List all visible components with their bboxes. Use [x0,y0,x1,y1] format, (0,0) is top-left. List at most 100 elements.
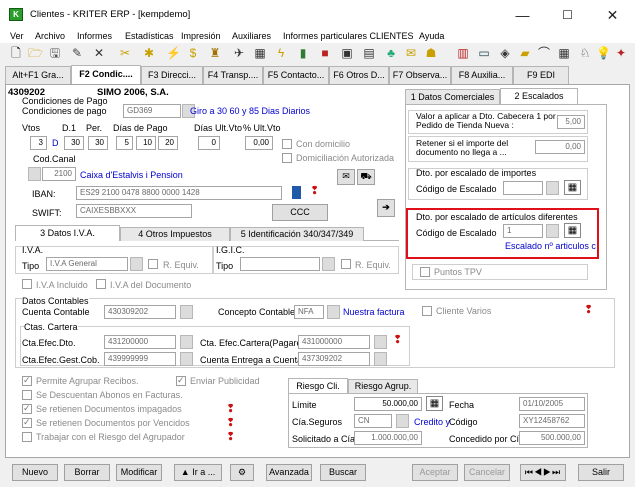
domiciliacion-checkbox[interactable] [282,153,292,163]
tool-icon-6[interactable]: ✈ [232,46,246,60]
buscar-button[interactable]: Buscar [320,464,366,481]
dias-ult-field[interactable]: 0 [198,136,220,150]
tool-icon-16[interactable]: ▰ [518,46,532,60]
bar-chart-icon[interactable]: ▮ [296,46,310,60]
help-icon[interactable]: ❢ [310,186,319,197]
valor-field[interactable]: 5,00 [557,115,585,129]
cliente-varios-checkbox[interactable] [422,306,432,316]
tool-icon-9[interactable]: ▤ [362,46,376,60]
tab-datos-iva[interactable]: 3 Datos I.V.A. [15,225,120,241]
new-doc-icon[interactable]: 🗋 [9,46,23,60]
seguros-field[interactable]: CN [354,414,392,428]
minimize-button[interactable]: — [500,0,545,30]
canal-code-field[interactable]: 2100 [42,167,76,181]
concepto-field[interactable]: NFA [294,305,324,319]
articulos-lookup[interactable] [546,224,559,238]
tab-direcciones[interactable]: F3 Direcci... [141,66,203,84]
igic-req-checkbox[interactable] [341,259,351,269]
vencidos-help-icon[interactable]: ❢ [226,418,235,429]
efec-pagare-field[interactable]: 431000000 [298,335,370,349]
tab-edi[interactable]: F9 EDI [513,66,569,84]
efec-pagare-lookup[interactable] [374,335,387,349]
options-button[interactable]: ⚙ [230,464,254,481]
tool-icon-3[interactable]: ⚡ [166,46,181,60]
tab-datos-comerciales[interactable]: 1 Datos Comerciales [405,89,500,104]
limite-field[interactable]: 50.000,00 [354,397,422,411]
agrupador-checkbox[interactable] [22,432,32,442]
menu-auxiliares[interactable]: Auxiliares [232,32,271,41]
importes-code-field[interactable] [503,181,543,195]
cancelar-button[interactable]: Cancelar [464,464,510,481]
tool-icon-18[interactable]: ✦ [614,46,628,60]
contables-help-icon[interactable]: ❢ [584,305,593,316]
canal-lookup-button[interactable] [28,167,41,181]
nuevo-button[interactable]: Nuevo [12,464,58,481]
solicitado-field[interactable]: 1.000.000,00 [354,431,422,445]
iva-req-checkbox[interactable] [148,259,158,269]
seguros-lookup[interactable] [396,414,409,428]
concedido-field[interactable]: 500.000,00 [519,431,585,445]
grid-icon[interactable]: ▦ [253,46,267,60]
record-nav-buttons[interactable]: ⏮◀▶⏭ [520,464,566,481]
tool-icon-8[interactable]: ▣ [340,46,354,60]
per-field[interactable]: 30 [88,136,108,150]
publicidad-checkbox[interactable] [176,375,186,386]
menu-impresion[interactable]: Impresión [181,32,221,41]
limite-grid-icon[interactable]: ▦ [426,396,443,411]
tool-icon-14[interactable]: ▭ [477,46,491,60]
open-folder-icon[interactable]: 🗁 [28,46,43,60]
menu-informes[interactable]: Informes [77,32,112,41]
iban-field[interactable]: ES29 2100 0478 8800 0000 1428 [76,186,282,200]
menu-archivo[interactable]: Archivo [35,32,65,41]
mail-button[interactable]: ✉ [337,169,355,185]
puntos-tpv-checkbox[interactable] [420,267,430,277]
tool-icon-7[interactable]: ■ [318,46,332,60]
close-button[interactable]: ✕ [590,0,635,30]
cart-button[interactable]: ⛟ [357,169,375,185]
ccc-button[interactable]: CCC [272,204,328,221]
menu-informes-particulares[interactable]: Informes particulares CLIENTES [283,32,414,41]
impagados-checkbox[interactable] [22,403,32,414]
descuentan-checkbox[interactable] [22,390,32,400]
tab-observaciones[interactable]: F7 Observa... [389,66,451,84]
tool-icon-11[interactable]: ✉ [404,46,418,60]
edit-icon[interactable]: ✎ [70,46,84,60]
tool-icon-2[interactable]: ✱ [142,46,156,60]
last-record-icon[interactable]: ⏭ [552,467,561,477]
tab-otros-datos[interactable]: F6 Otros D... [329,66,389,84]
attach-icon[interactable]: ⌒ [537,46,551,60]
bulb-icon[interactable]: 💡 [596,46,611,60]
bolt-icon[interactable]: ϟ [274,46,288,60]
modificar-button[interactable]: Modificar [116,464,162,481]
efec-dto-lookup[interactable] [180,335,193,349]
articulos-code-field[interactable]: 1 [503,224,543,238]
vencidos-checkbox[interactable] [22,417,32,428]
tab-escalados[interactable]: 2 Escalados [500,88,578,104]
tab-condiciones[interactable]: F2 Condic.... [71,65,141,85]
bank-book-icon[interactable] [292,186,301,199]
iva-incluido-checkbox[interactable] [22,279,32,289]
tool-icon-13[interactable]: ▥ [456,46,470,60]
menu-ver[interactable]: Ver [10,32,24,41]
menu-estadisticas[interactable]: Estadísticas [125,32,174,41]
ir-a-button[interactable]: ▲ Ir a ... [174,464,222,481]
tool-icon-1[interactable]: ✂ [118,46,132,60]
menu-ayuda[interactable]: Ayuda [419,32,444,41]
save-icon[interactable]: 🖫 [48,46,62,60]
pagare-help-icon[interactable]: ❢ [393,335,402,346]
tab-riesgo-cli[interactable]: Riesgo Cli. [288,378,348,393]
entrega-field[interactable]: 437309202 [298,352,370,366]
first-record-icon[interactable]: ⏮ [525,467,534,477]
tab-auxiliares[interactable]: F8 Auxilia... [451,66,513,84]
cuenta-contable-field[interactable]: 430309202 [104,305,176,319]
iva-tipo-field[interactable]: I.V.A General [46,257,128,271]
tool-icon-5[interactable]: ♜ [208,46,222,60]
dias-field-1[interactable]: 5 [116,136,133,150]
iva-documento-checkbox[interactable] [96,279,106,289]
cuenta-contable-lookup[interactable] [180,305,193,319]
codigo-field[interactable]: XY12458762 [519,414,585,428]
pct-ult-field[interactable]: 0,00 [245,136,273,150]
tool-icon-10[interactable]: ♣ [384,46,398,60]
next-record-icon[interactable]: ▶ [543,467,552,477]
tool-icon-15[interactable]: ◈ [498,46,512,60]
